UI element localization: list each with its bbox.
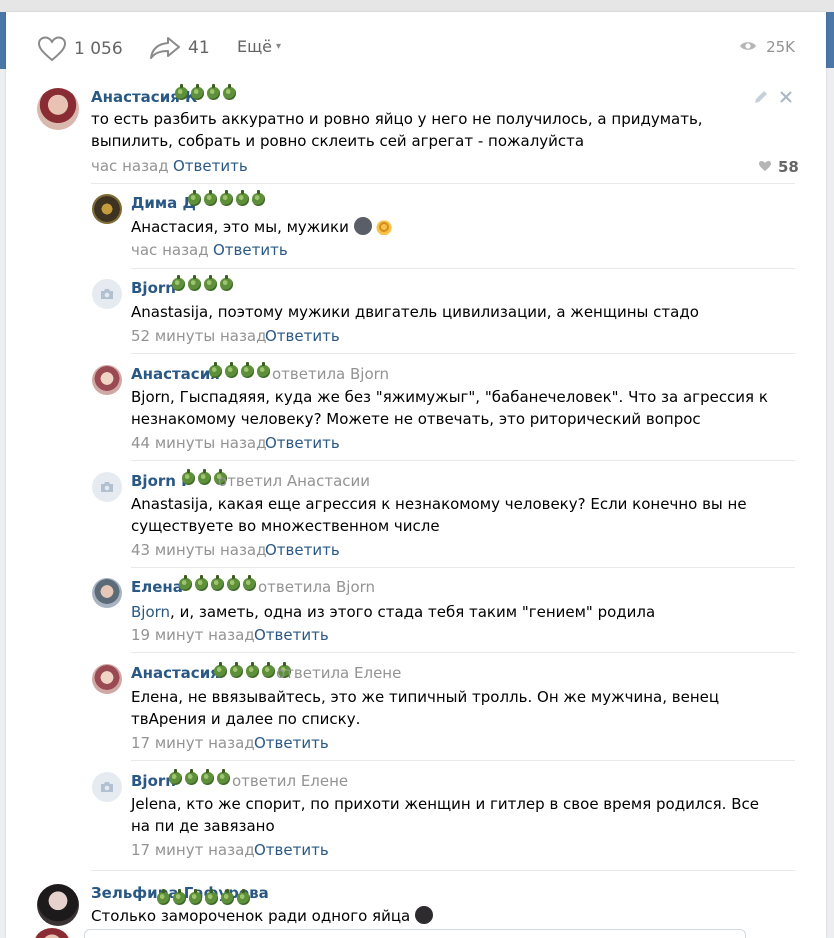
comment-author[interactable]: Анастасия: [131, 664, 220, 682]
comment-text: Елена, не ввязывайтесь, это же типичный …: [131, 688, 720, 728]
comment-time[interactable]: час назад: [91, 157, 169, 175]
comment-text: Столько замороченок ради одного яйца: [91, 905, 751, 927]
avatar-placeholder[interactable]: [92, 279, 122, 309]
divider: [91, 870, 795, 871]
comment-time[interactable]: 44 минуты назад: [131, 434, 267, 452]
share-icon: [149, 36, 181, 60]
pepper-emoji-group: [178, 575, 258, 591]
comment-text: Bjorn, и, заметь, одна из этого стада те…: [131, 603, 656, 621]
avatar-placeholder[interactable]: [92, 472, 122, 502]
replied-to[interactable]: ответил Елене: [232, 772, 348, 790]
share-count: 41: [188, 38, 210, 58]
pencil-icon[interactable]: [753, 89, 769, 109]
comment-text: Bjorn, Гыспадяяя, куда же без "яжимужыг"…: [131, 388, 768, 428]
pepper-emoji-group: [171, 275, 235, 291]
eye-icon: [739, 38, 766, 56]
comment-text: то есть разбить аккуратно и ровно яйцо у…: [91, 110, 703, 150]
reply-link[interactable]: Ответить: [265, 434, 340, 452]
divider: [91, 183, 795, 184]
reply-link[interactable]: Ответить: [265, 541, 340, 559]
replied-to[interactable]: ответила Bjorn: [272, 365, 389, 383]
post-comments-panel: 1 056 41 Ещё ▾ 25K Анастасия К то есть р…: [6, 12, 826, 938]
reply-link[interactable]: Ответить: [265, 327, 340, 345]
pepper-emoji-group: [187, 190, 267, 206]
view-count: 25K: [766, 38, 795, 56]
divider: [131, 460, 795, 461]
avatar[interactable]: [92, 578, 122, 608]
avatar-placeholder[interactable]: [92, 772, 122, 802]
close-icon[interactable]: [779, 89, 793, 108]
chevron-down-icon: ▾: [276, 41, 282, 52]
like-count: 1 056: [74, 39, 123, 59]
avatar[interactable]: [37, 884, 79, 926]
more-label: Ещё: [237, 37, 273, 56]
avatar[interactable]: [92, 365, 122, 395]
comment-author[interactable]: Анастасия: [131, 365, 220, 383]
comment-time[interactable]: 52 минуты назад: [131, 327, 267, 345]
comment-input[interactable]: [84, 929, 746, 938]
reply-link[interactable]: Ответить: [254, 626, 329, 644]
comment-time[interactable]: 19 минут назад: [131, 626, 255, 644]
right-page-edge: [826, 12, 834, 938]
reply-link[interactable]: Ответить: [254, 841, 329, 859]
pepper-emoji-group: [208, 362, 272, 378]
comment-time[interactable]: час назад: [131, 241, 209, 259]
comment-time[interactable]: 43 минуты назад: [131, 541, 267, 559]
avatar[interactable]: [92, 664, 122, 694]
replied-to[interactable]: ответила Bjorn: [258, 578, 375, 596]
reply-link[interactable]: Ответить: [213, 241, 288, 259]
avatar[interactable]: [37, 88, 79, 130]
divider: [131, 760, 795, 761]
divider: [131, 567, 795, 568]
camera-icon: [101, 289, 113, 299]
divider: [131, 268, 795, 269]
emoji-icon: [353, 217, 372, 235]
pepper-emoji-group: [156, 889, 252, 905]
mention-link[interactable]: Bjorn: [131, 603, 170, 621]
comment-time[interactable]: 17 минут назад: [131, 734, 255, 752]
divider: [131, 652, 795, 653]
comment-text: Jelena, кто же спорит, по прихоти женщин…: [131, 795, 759, 835]
comment-text: Anastasija, поэтому мужики двигатель цив…: [131, 303, 699, 321]
divider: [131, 353, 795, 354]
comment-time[interactable]: 17 минут назад: [131, 841, 255, 859]
more-menu[interactable]: Ещё ▾: [237, 37, 281, 56]
camera-icon: [101, 782, 113, 792]
view-counter: 25K: [739, 38, 795, 56]
heart-icon: [37, 36, 67, 62]
pepper-emoji-group: [174, 84, 238, 100]
replied-to[interactable]: ответила Елене: [276, 664, 401, 682]
comment-text: Анастасия, это мы, мужики: [131, 216, 781, 238]
reply-link[interactable]: Ответить: [173, 157, 248, 175]
avatar[interactable]: [92, 194, 122, 224]
reply-link[interactable]: Ответить: [254, 734, 329, 752]
comment-like-button[interactable]: 58: [758, 158, 799, 176]
pepper-emoji-group: [168, 769, 232, 785]
like-button[interactable]: 1 056: [37, 36, 123, 62]
comment-author[interactable]: Bjorn: [131, 279, 176, 297]
camera-icon: [101, 482, 113, 492]
post-actions-bar: 1 056 41 Ещё ▾ 25K: [6, 12, 826, 82]
comment-author[interactable]: Елена: [131, 578, 183, 596]
comment-text: Anastasija, какая еще агрессия к незнако…: [131, 495, 747, 535]
like-heart-icon: [758, 158, 778, 176]
ok-hand-icon: [376, 217, 393, 235]
current-user-avatar: [32, 928, 72, 938]
replied-to[interactable]: ответил Анастасии: [218, 472, 370, 490]
share-button[interactable]: 41: [149, 36, 210, 60]
emoji-icon: [415, 906, 433, 924]
